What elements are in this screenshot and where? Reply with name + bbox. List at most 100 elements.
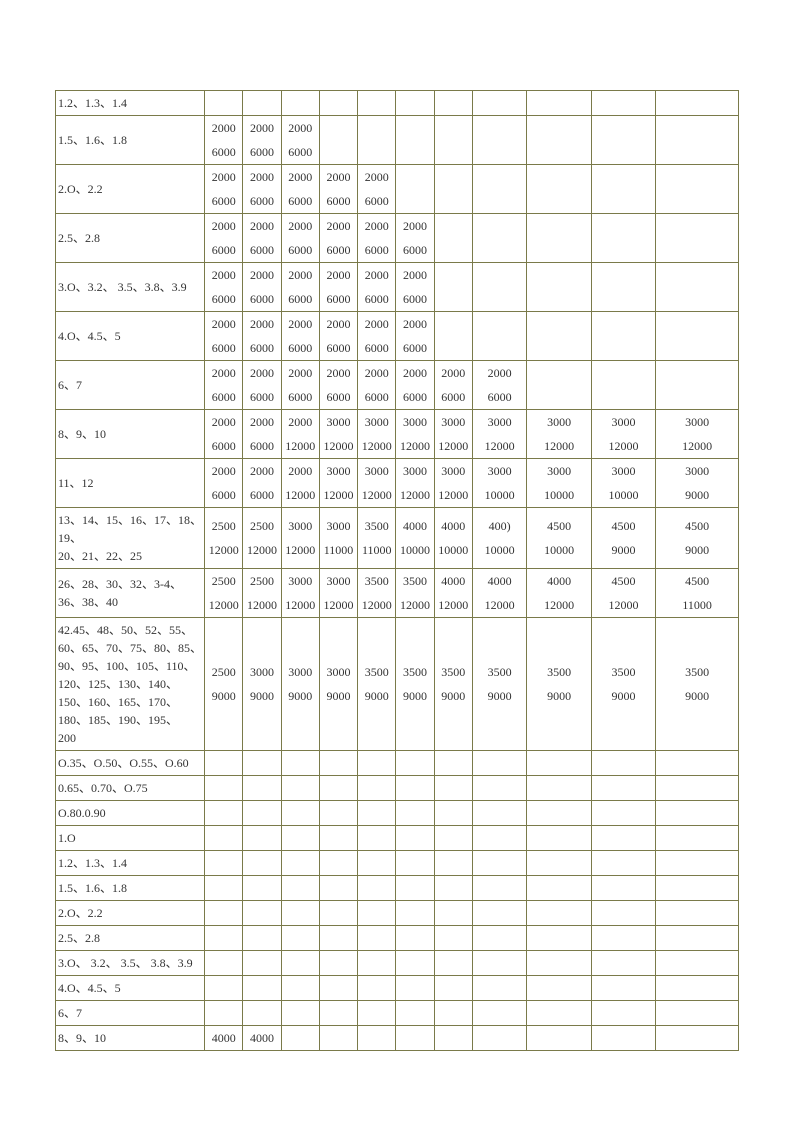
cell-value-top: 2000 <box>243 410 280 434</box>
data-cell: 20006000 <box>358 214 396 263</box>
cell-value-bot: 6000 <box>282 140 319 164</box>
data-cell <box>396 851 434 876</box>
data-cell <box>434 901 472 926</box>
cell-value-top: 4000 <box>396 514 433 538</box>
data-cell <box>358 976 396 1001</box>
cell-value-bot: 12000 <box>205 538 242 562</box>
data-cell: 300012000 <box>396 459 434 508</box>
data-cell <box>656 361 739 410</box>
data-cell <box>591 1026 655 1051</box>
data-cell: 20006000 <box>243 165 281 214</box>
cell-value-bot: 6000 <box>243 287 280 311</box>
cell-value-top: 2000 <box>205 116 242 140</box>
data-cell <box>656 801 739 826</box>
data-cell <box>472 951 526 976</box>
data-cell <box>243 826 281 851</box>
data-cell <box>434 876 472 901</box>
data-cell: 20006000 <box>396 312 434 361</box>
data-cell <box>396 751 434 776</box>
data-cell <box>527 826 591 851</box>
cell-value-top: 4000 <box>435 514 472 538</box>
data-cell <box>527 361 591 410</box>
cell-value-bot: 9000 <box>358 684 395 708</box>
data-cell <box>472 214 526 263</box>
cell-value-top: 3000 <box>396 410 433 434</box>
data-cell <box>472 801 526 826</box>
data-cell: 35009000 <box>656 618 739 751</box>
data-cell <box>281 901 319 926</box>
cell-value-bot: 6000 <box>205 140 242 164</box>
data-cell: 20006000 <box>434 361 472 410</box>
data-cell: 30009000 <box>656 459 739 508</box>
data-cell <box>358 116 396 165</box>
data-cell <box>472 776 526 801</box>
data-cell <box>319 976 357 1001</box>
data-cell <box>358 751 396 776</box>
cell-value-top: 3500 <box>358 514 395 538</box>
data-cell <box>319 826 357 851</box>
data-cell: 250012000 <box>205 569 243 618</box>
data-cell: 30009000 <box>281 618 319 751</box>
data-cell <box>205 751 243 776</box>
cell-value: 4000 <box>243 1026 280 1050</box>
cell-value-bot: 6000 <box>243 434 280 458</box>
cell-value-bot: 12000 <box>358 593 395 617</box>
data-cell <box>434 91 472 116</box>
data-cell: 300010000 <box>472 459 526 508</box>
row-label: 42.45、48、50、52、55、60、65、70、75、80、85、90、9… <box>56 618 205 751</box>
data-cell: 4000 <box>205 1026 243 1051</box>
cell-value-bot: 12000 <box>473 434 526 458</box>
table-row: 11、1220006000200060002000120003000120003… <box>56 459 739 508</box>
cell-value-bot: 6000 <box>358 287 395 311</box>
data-cell <box>527 801 591 826</box>
cell-value-top: 2000 <box>282 312 319 336</box>
data-cell <box>472 851 526 876</box>
cell-value-bot: 12000 <box>592 434 655 458</box>
data-cell <box>472 1001 526 1026</box>
data-cell <box>281 876 319 901</box>
table-row: 6、72000600020006000200060002000600020006… <box>56 361 739 410</box>
data-cell <box>205 926 243 951</box>
cell-value-bot: 12000 <box>396 483 433 507</box>
table-row: 1.O <box>56 826 739 851</box>
data-cell <box>656 826 739 851</box>
data-cell <box>472 91 526 116</box>
cell-value-top: 3000 <box>243 660 280 684</box>
cell-value-bot: 6000 <box>205 336 242 360</box>
data-cell: 30009000 <box>319 618 357 751</box>
cell-value-top: 3500 <box>358 660 395 684</box>
data-cell <box>527 1001 591 1026</box>
data-cell: 300012000 <box>434 410 472 459</box>
data-cell <box>591 312 655 361</box>
cell-value-top: 2500 <box>243 569 280 593</box>
data-cell <box>527 91 591 116</box>
cell-value-bot: 6000 <box>358 238 395 262</box>
cell-value-top: 2000 <box>282 165 319 189</box>
data-cell: 400010000 <box>434 508 472 569</box>
data-cell <box>656 776 739 801</box>
data-cell <box>656 751 739 776</box>
cell-value-top: 3500 <box>473 660 526 684</box>
cell-value-top: 2000 <box>282 361 319 385</box>
data-cell: 45009000 <box>656 508 739 569</box>
data-cell: 20006000 <box>396 361 434 410</box>
table-row: 1.2、1.3、1.4 <box>56 91 739 116</box>
cell-value-bot: 6000 <box>396 336 433 360</box>
data-cell <box>434 263 472 312</box>
data-cell <box>358 876 396 901</box>
cell-value-bot: 12000 <box>282 434 319 458</box>
data-cell <box>527 312 591 361</box>
data-cell <box>281 751 319 776</box>
data-cell: 20006000 <box>205 410 243 459</box>
table-row: 4.O、4.5、5 <box>56 976 739 1001</box>
data-cell <box>434 951 472 976</box>
data-cell <box>243 801 281 826</box>
data-cell <box>434 776 472 801</box>
data-cell <box>472 901 526 926</box>
cell-value-top: 2000 <box>358 361 395 385</box>
data-cell: 20006000 <box>396 263 434 312</box>
data-cell: 350012000 <box>358 569 396 618</box>
cell-value-bot: 6000 <box>243 483 280 507</box>
data-cell <box>358 901 396 926</box>
cell-value-top: 3000 <box>396 459 433 483</box>
